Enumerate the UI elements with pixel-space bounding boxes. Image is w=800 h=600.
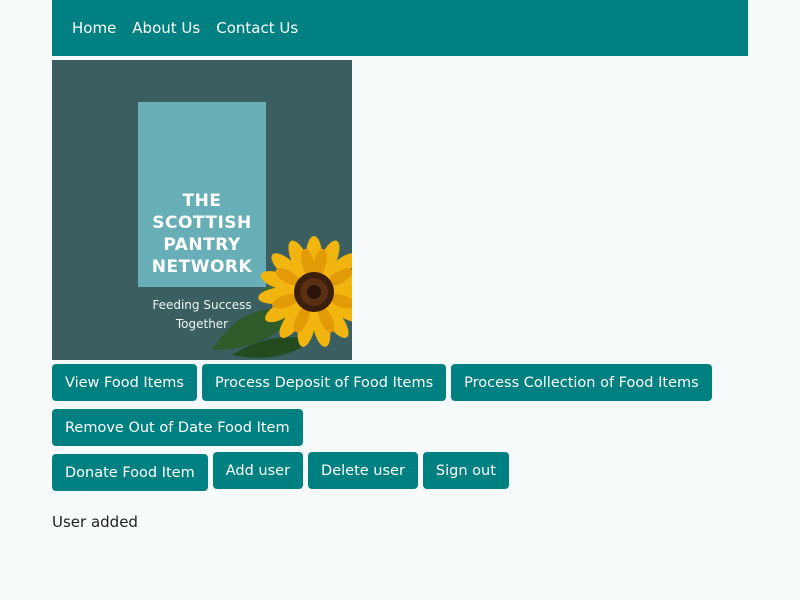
page-container: Home About Us Contact Us THE SCOTTISH PA… bbox=[52, 0, 748, 531]
action-buttons-row-2: Remove Out of Date Food Item bbox=[52, 401, 748, 446]
scottish-pantry-network-logo: THE SCOTTISH PANTRY NETWORK Feeding Succ… bbox=[52, 60, 352, 360]
remove-out-of-date-button[interactable]: Remove Out of Date Food Item bbox=[52, 409, 303, 446]
logo-title-line: THE bbox=[182, 191, 222, 211]
nav-link-contact-us[interactable]: Contact Us bbox=[216, 19, 298, 37]
sign-out-button[interactable]: Sign out bbox=[422, 452, 509, 489]
nav-link-about-us[interactable]: About Us bbox=[132, 19, 200, 37]
delete-user-button[interactable]: Delete user bbox=[308, 452, 418, 489]
top-navbar: Home About Us Contact Us bbox=[52, 0, 748, 56]
view-food-items-button[interactable]: View Food Items bbox=[52, 364, 197, 401]
action-buttons-row-1: View Food Items Process Deposit of Food … bbox=[52, 360, 748, 401]
process-deposit-button[interactable]: Process Deposit of Food Items bbox=[201, 364, 447, 401]
sunflower-icon bbox=[212, 236, 352, 358]
process-collection-button[interactable]: Process Collection of Food Items bbox=[451, 364, 712, 401]
add-user-button[interactable]: Add user bbox=[212, 452, 304, 489]
donate-food-item-button[interactable]: Donate Food Item bbox=[52, 454, 208, 491]
action-buttons-row-3: Donate Food Item Add user Delete user Si… bbox=[52, 446, 748, 491]
status-message: User added bbox=[52, 513, 138, 531]
nav-link-home[interactable]: Home bbox=[72, 19, 116, 37]
